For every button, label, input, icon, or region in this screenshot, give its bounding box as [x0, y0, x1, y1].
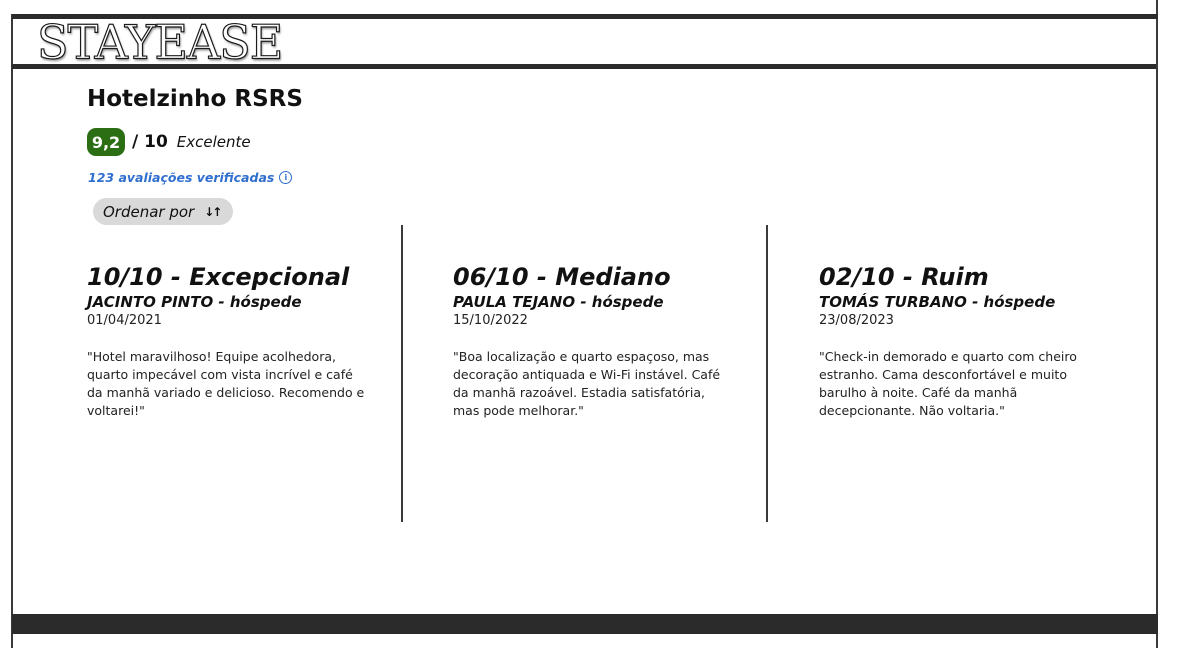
- brand-logo[interactable]: STAYEASE: [36, 16, 283, 68]
- review-date: 23/08/2023: [819, 313, 894, 328]
- hotel-name: Hotelzinho RSRS: [87, 86, 303, 112]
- sort-button-label: Ordenar por: [103, 202, 195, 221]
- review-card: 10/10 - Excepcional JACINTO PINTO - hósp…: [87, 262, 377, 420]
- column-divider: [401, 225, 403, 522]
- sort-button[interactable]: Ordenar por ↓↑: [93, 198, 233, 225]
- footer-bar: [12, 614, 1158, 634]
- review-text: "Boa localização e quarto espaçoso, mas …: [453, 349, 721, 418]
- page-border-right: [1156, 0, 1158, 648]
- review-card: 06/10 - Mediano PAULA TEJANO - hóspede 1…: [453, 262, 743, 420]
- review-card: 02/10 - Ruim TOMÁS TURBANO - hóspede 23/…: [819, 262, 1109, 420]
- verified-reviews-label[interactable]: 123 avaliações verificadas: [88, 170, 274, 185]
- review-text: "Hotel maravilhoso! Equipe acolhedora, q…: [87, 349, 365, 418]
- review-author: TOMÁS TURBANO - hóspede: [819, 293, 1056, 311]
- review-text: "Check-in demorado e quarto com cheiro e…: [819, 349, 1077, 418]
- score-label: Excelente: [176, 133, 251, 151]
- header-bottom-bar: [12, 64, 1156, 69]
- score-badge: 9,2: [87, 128, 125, 156]
- info-icon[interactable]: i: [279, 171, 293, 184]
- review-score-title: 02/10 - Ruim: [819, 263, 989, 291]
- rating-summary: 9,2 / 10 Excelente: [87, 127, 251, 157]
- review-date: 15/10/2022: [453, 313, 528, 328]
- review-author: PAULA TEJANO - hóspede: [453, 293, 664, 311]
- sort-arrows-icon: ↓↑: [204, 204, 222, 219]
- review-date: 01/04/2021: [87, 313, 162, 328]
- score-max: / 10: [132, 132, 168, 152]
- review-author: JACINTO PINTO - hóspede: [87, 293, 302, 311]
- verified-reviews-link[interactable]: 123 avaliações verificadas i: [88, 170, 293, 185]
- review-score-title: 10/10 - Excepcional: [87, 263, 350, 291]
- column-divider: [766, 225, 768, 522]
- review-score-title: 06/10 - Mediano: [453, 263, 671, 291]
- page-border-left: [11, 14, 13, 648]
